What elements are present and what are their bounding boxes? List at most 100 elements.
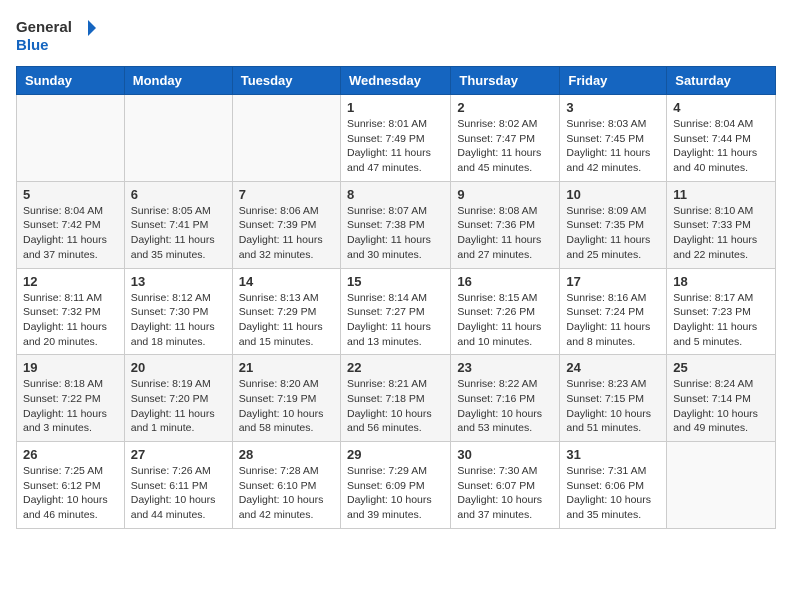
day-number: 26 <box>23 447 118 462</box>
weekday-header-thursday: Thursday <box>451 67 560 95</box>
weekday-header-tuesday: Tuesday <box>232 67 340 95</box>
day-info: Sunrise: 8:09 AM Sunset: 7:35 PM Dayligh… <box>566 204 660 263</box>
calendar-cell: 15 Sunrise: 8:14 AM Sunset: 7:27 PM Dayli… <box>340 268 450 355</box>
calendar-cell: 19 Sunrise: 8:18 AM Sunset: 7:22 PM Dayli… <box>17 355 125 442</box>
calendar-cell: 25 Sunrise: 8:24 AM Sunset: 7:14 PM Dayli… <box>667 355 776 442</box>
day-number: 23 <box>457 360 553 375</box>
day-info: Sunrise: 7:30 AM Sunset: 6:07 PM Dayligh… <box>457 464 553 523</box>
day-number: 17 <box>566 274 660 289</box>
calendar-cell: 8 Sunrise: 8:07 AM Sunset: 7:38 PM Daylig… <box>340 181 450 268</box>
day-number: 15 <box>347 274 444 289</box>
svg-text:General: General <box>16 19 72 36</box>
day-info: Sunrise: 8:03 AM Sunset: 7:45 PM Dayligh… <box>566 117 660 176</box>
day-info: Sunrise: 8:02 AM Sunset: 7:47 PM Dayligh… <box>457 117 553 176</box>
weekday-header-row: SundayMondayTuesdayWednesdayThursdayFrid… <box>17 67 776 95</box>
calendar-cell <box>124 95 232 182</box>
svg-text:Blue: Blue <box>16 37 49 54</box>
day-info: Sunrise: 8:12 AM Sunset: 7:30 PM Dayligh… <box>131 291 226 350</box>
day-number: 7 <box>239 187 334 202</box>
calendar-cell <box>667 442 776 529</box>
day-number: 28 <box>239 447 334 462</box>
calendar-cell: 20Sunrise: 8:19 AM Sunset: 7:20 PM Dayli… <box>124 355 232 442</box>
calendar-cell: 23 Sunrise: 8:22 AM Sunset: 7:16 PM Dayli… <box>451 355 560 442</box>
day-number: 14 <box>239 274 334 289</box>
calendar-body: 1 Sunrise: 8:01 AM Sunset: 7:49 PM Daylig… <box>17 95 776 529</box>
weekday-header-monday: Monday <box>124 67 232 95</box>
calendar-week-5: 26 Sunrise: 7:25 AM Sunset: 6:12 PM Dayli… <box>17 442 776 529</box>
calendar-cell: 2 Sunrise: 8:02 AM Sunset: 7:47 PM Daylig… <box>451 95 560 182</box>
calendar-cell: 13 Sunrise: 8:12 AM Sunset: 7:30 PM Dayli… <box>124 268 232 355</box>
day-number: 25 <box>673 360 769 375</box>
day-number: 13 <box>131 274 226 289</box>
day-number: 4 <box>673 100 769 115</box>
day-number: 24 <box>566 360 660 375</box>
calendar-cell: 7 Sunrise: 8:06 AM Sunset: 7:39 PM Daylig… <box>232 181 340 268</box>
day-number: 1 <box>347 100 444 115</box>
day-info: Sunrise: 8:18 AM Sunset: 7:22 PM Dayligh… <box>23 377 118 436</box>
day-info: Sunrise: 8:07 AM Sunset: 7:38 PM Dayligh… <box>347 204 444 263</box>
day-info: Sunrise: 7:28 AM Sunset: 6:10 PM Dayligh… <box>239 464 334 523</box>
day-number: 18 <box>673 274 769 289</box>
day-info: Sunrise: 7:25 AM Sunset: 6:12 PM Dayligh… <box>23 464 118 523</box>
day-info: Sunrise: 8:04 AM Sunset: 7:44 PM Dayligh… <box>673 117 769 176</box>
day-number: 19 <box>23 360 118 375</box>
calendar-cell: 30 Sunrise: 7:30 AM Sunset: 6:07 PM Dayli… <box>451 442 560 529</box>
calendar-cell: 22Sunrise: 8:21 AM Sunset: 7:18 PM Dayli… <box>340 355 450 442</box>
day-number: 8 <box>347 187 444 202</box>
calendar-cell: 10 Sunrise: 8:09 AM Sunset: 7:35 PM Dayli… <box>560 181 667 268</box>
day-info: Sunrise: 8:11 AM Sunset: 7:32 PM Dayligh… <box>23 291 118 350</box>
calendar-cell: 18Sunrise: 8:17 AM Sunset: 7:23 PM Dayli… <box>667 268 776 355</box>
calendar-cell: 4 Sunrise: 8:04 AM Sunset: 7:44 PM Daylig… <box>667 95 776 182</box>
day-number: 2 <box>457 100 553 115</box>
calendar-cell: 14 Sunrise: 8:13 AM Sunset: 7:29 PM Dayli… <box>232 268 340 355</box>
calendar-week-4: 19 Sunrise: 8:18 AM Sunset: 7:22 PM Dayli… <box>17 355 776 442</box>
day-number: 20 <box>131 360 226 375</box>
logo-icon: GeneralBlue <box>16 16 96 56</box>
day-info: Sunrise: 8:06 AM Sunset: 7:39 PM Dayligh… <box>239 204 334 263</box>
day-info: Sunrise: 8:16 AM Sunset: 7:24 PM Dayligh… <box>566 291 660 350</box>
day-number: 29 <box>347 447 444 462</box>
calendar-cell: 16Sunrise: 8:15 AM Sunset: 7:26 PM Dayli… <box>451 268 560 355</box>
day-number: 30 <box>457 447 553 462</box>
calendar-cell: 27 Sunrise: 7:26 AM Sunset: 6:11 PM Dayli… <box>124 442 232 529</box>
weekday-header-friday: Friday <box>560 67 667 95</box>
calendar-week-1: 1 Sunrise: 8:01 AM Sunset: 7:49 PM Daylig… <box>17 95 776 182</box>
day-info: Sunrise: 8:10 AM Sunset: 7:33 PM Dayligh… <box>673 204 769 263</box>
calendar-cell: 21 Sunrise: 8:20 AM Sunset: 7:19 PM Dayli… <box>232 355 340 442</box>
calendar-cell: 17 Sunrise: 8:16 AM Sunset: 7:24 PM Dayli… <box>560 268 667 355</box>
day-number: 5 <box>23 187 118 202</box>
day-info: Sunrise: 8:08 AM Sunset: 7:36 PM Dayligh… <box>457 204 553 263</box>
calendar-cell <box>232 95 340 182</box>
day-number: 9 <box>457 187 553 202</box>
calendar-header: SundayMondayTuesdayWednesdayThursdayFrid… <box>17 67 776 95</box>
calendar-week-2: 5Sunrise: 8:04 AM Sunset: 7:42 PM Daylig… <box>17 181 776 268</box>
day-info: Sunrise: 8:21 AM Sunset: 7:18 PM Dayligh… <box>347 377 444 436</box>
day-info: Sunrise: 8:20 AM Sunset: 7:19 PM Dayligh… <box>239 377 334 436</box>
day-info: Sunrise: 8:24 AM Sunset: 7:14 PM Dayligh… <box>673 377 769 436</box>
day-number: 12 <box>23 274 118 289</box>
day-number: 31 <box>566 447 660 462</box>
calendar-cell: 28 Sunrise: 7:28 AM Sunset: 6:10 PM Dayli… <box>232 442 340 529</box>
day-info: Sunrise: 8:22 AM Sunset: 7:16 PM Dayligh… <box>457 377 553 436</box>
day-number: 27 <box>131 447 226 462</box>
calendar-cell: 3Sunrise: 8:03 AM Sunset: 7:45 PM Daylig… <box>560 95 667 182</box>
weekday-header-wednesday: Wednesday <box>340 67 450 95</box>
calendar-cell: 1 Sunrise: 8:01 AM Sunset: 7:49 PM Daylig… <box>340 95 450 182</box>
calendar-cell: 26 Sunrise: 7:25 AM Sunset: 6:12 PM Dayli… <box>17 442 125 529</box>
day-info: Sunrise: 8:14 AM Sunset: 7:27 PM Dayligh… <box>347 291 444 350</box>
calendar-cell: 5Sunrise: 8:04 AM Sunset: 7:42 PM Daylig… <box>17 181 125 268</box>
calendar-table: SundayMondayTuesdayWednesdayThursdayFrid… <box>16 66 776 529</box>
calendar-cell: 31Sunrise: 7:31 AM Sunset: 6:06 PM Dayli… <box>560 442 667 529</box>
calendar-cell: 24Sunrise: 8:23 AM Sunset: 7:15 PM Dayli… <box>560 355 667 442</box>
day-number: 6 <box>131 187 226 202</box>
day-number: 10 <box>566 187 660 202</box>
day-info: Sunrise: 8:01 AM Sunset: 7:49 PM Dayligh… <box>347 117 444 176</box>
day-number: 11 <box>673 187 769 202</box>
day-info: Sunrise: 7:29 AM Sunset: 6:09 PM Dayligh… <box>347 464 444 523</box>
day-info: Sunrise: 8:13 AM Sunset: 7:29 PM Dayligh… <box>239 291 334 350</box>
weekday-header-saturday: Saturday <box>667 67 776 95</box>
calendar-cell: 29 Sunrise: 7:29 AM Sunset: 6:09 PM Dayli… <box>340 442 450 529</box>
day-number: 21 <box>239 360 334 375</box>
day-info: Sunrise: 7:26 AM Sunset: 6:11 PM Dayligh… <box>131 464 226 523</box>
day-number: 16 <box>457 274 553 289</box>
